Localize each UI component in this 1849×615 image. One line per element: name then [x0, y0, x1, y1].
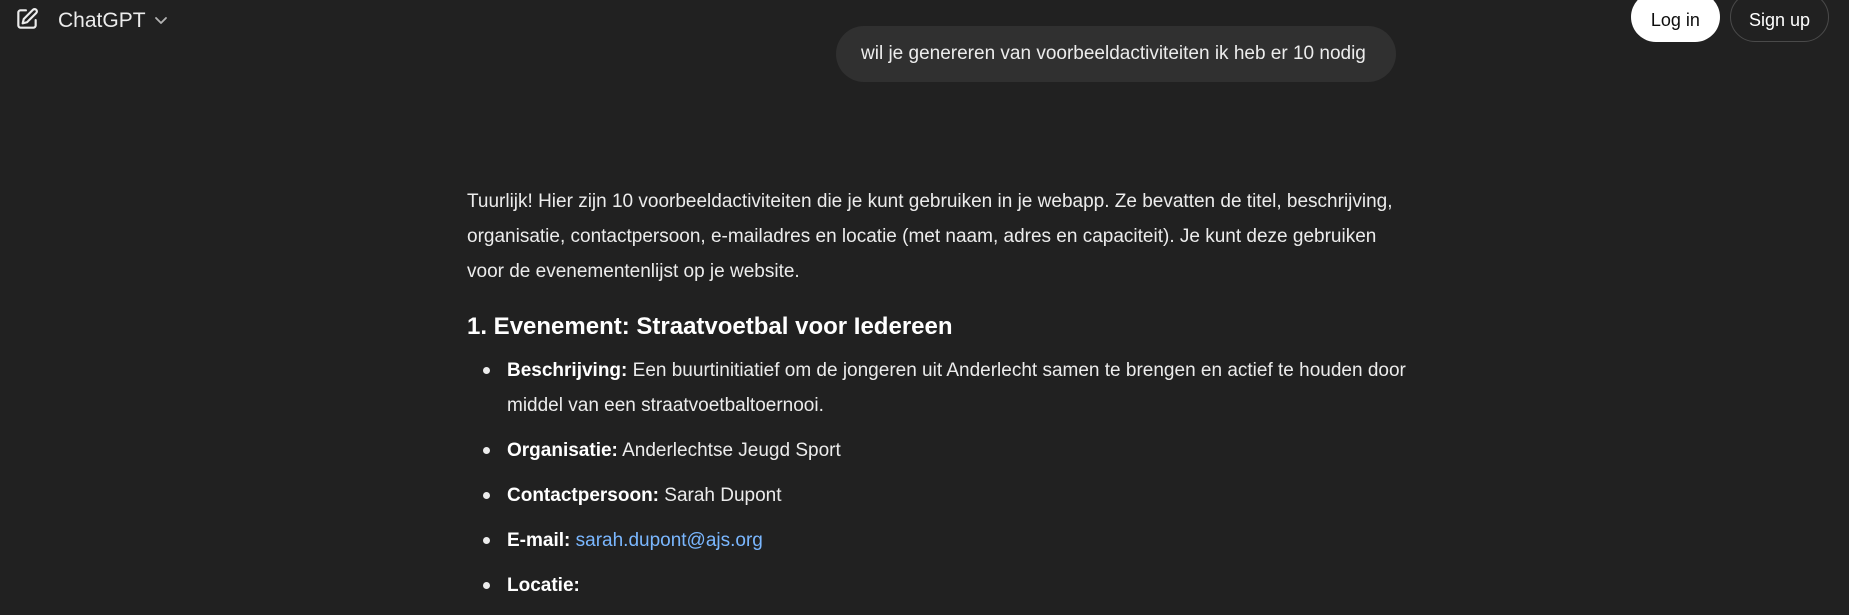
- detail-label: E-mail:: [507, 530, 571, 551]
- list-item: Organisatie: Anderlechtse Jeugd Sport: [483, 433, 1417, 468]
- detail-label: Locatie:: [507, 575, 580, 596]
- detail-value: Een buurtinitiatief om de jongeren uit A…: [507, 360, 1406, 416]
- model-label: ChatGPT: [58, 9, 146, 32]
- new-chat-button[interactable]: [12, 6, 42, 36]
- auth-buttons: Log in Sign up: [1630, 0, 1829, 42]
- detail-value: Sarah Dupont: [659, 485, 782, 506]
- email-link[interactable]: sarah.dupont@ajs.org: [576, 530, 763, 551]
- detail-label: Beschrijving:: [507, 360, 628, 381]
- model-selector[interactable]: ChatGPT: [58, 4, 168, 38]
- detail-value: Anderlechtse Jeugd Sport: [617, 440, 841, 461]
- list-item: Contactpersoon: Sarah Dupont: [483, 478, 1417, 513]
- login-button[interactable]: Log in: [1630, 0, 1720, 42]
- list-item: Locatie:: [483, 568, 1417, 603]
- event-details-list: Beschrijving: Een buurtinitiatief om de …: [467, 353, 1417, 603]
- assistant-intro: Tuurlijk! Hier zijn 10 voorbeeldactivite…: [467, 191, 1393, 282]
- detail-label: Organisatie:: [507, 440, 618, 461]
- event-heading: 1. Evenement: Straatvoetbal voor Iederee…: [467, 313, 953, 340]
- compose-icon: [14, 6, 40, 37]
- list-item: E-mail: sarah.dupont@ajs.org: [483, 523, 1417, 558]
- assistant-message: Tuurlijk! Hier zijn 10 voorbeeldactivite…: [467, 184, 1417, 613]
- signup-button[interactable]: Sign up: [1729, 0, 1829, 42]
- user-message: wil je genereren van voorbeeldactiviteit…: [836, 26, 1396, 82]
- detail-label: Contactpersoon:: [507, 485, 659, 506]
- chevron-down-icon: [154, 9, 168, 33]
- list-item: Beschrijving: Een buurtinitiatief om de …: [483, 353, 1417, 423]
